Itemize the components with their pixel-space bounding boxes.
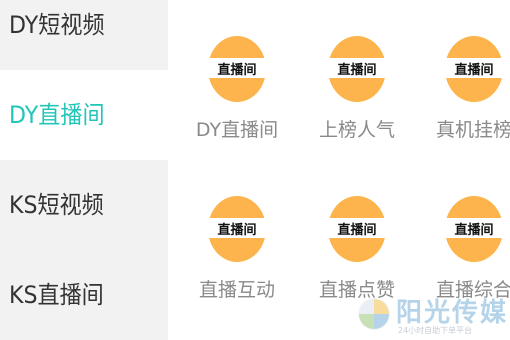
service-tile-dy-live-room[interactable]: 直播间 DY直播间 [177,36,297,166]
live-room-badge-icon: 直播间 [208,36,266,102]
badge-text: 直播间 [217,222,257,238]
service-tile-live-interaction[interactable]: 直播间 直播互动 [177,196,297,326]
sidebar-item-label: DY短视频 [9,11,105,39]
live-room-badge-icon: 直播间 [445,36,503,102]
watermark: 阳光传媒 24小时自助下单平台 [356,292,506,336]
watermark-title: 阳光传媒 [396,298,509,328]
sidebar-item-dy-live-room[interactable]: DY直播间 [0,70,168,160]
tile-label: DY直播间 [195,119,279,141]
tile-label: 上榜人气 [318,119,395,141]
sidebar-item-ks-short-video[interactable]: KS短视频 [0,160,168,250]
badge-text: 直播间 [454,222,494,238]
badge-text: 直播间 [217,62,257,78]
category-sidebar: DY短视频 DY直播间 KS短视频 KS直播间 [0,0,168,340]
sidebar-item-dy-short-video[interactable]: DY短视频 [0,0,168,70]
live-room-badge-icon: 直播间 [328,36,386,102]
sidebar-item-label: DY直播间 [9,101,105,129]
watermark-subtitle: 24小时自助下单平台 [398,326,473,335]
live-room-badge-icon: 直播间 [328,196,386,262]
watermark-logo-icon [358,298,390,330]
tile-label: 直播互动 [198,279,275,301]
sidebar-item-ks-live-room[interactable]: KS直播间 [0,250,168,340]
service-tile-real-device-ranking[interactable]: 直播间 真机挂榜 [414,36,510,166]
badge-text: 直播间 [337,62,377,78]
badge-text: 直播间 [454,62,494,78]
live-room-badge-icon: 直播间 [208,196,266,262]
badge-text: 直播间 [337,222,377,238]
live-room-badge-icon: 直播间 [445,196,503,262]
service-tile-top-list-popularity[interactable]: 直播间 上榜人气 [297,36,417,166]
sidebar-item-label: KS直播间 [9,281,104,309]
tile-label: 真机挂榜 [435,119,510,141]
sidebar-item-label: KS短视频 [9,191,104,219]
